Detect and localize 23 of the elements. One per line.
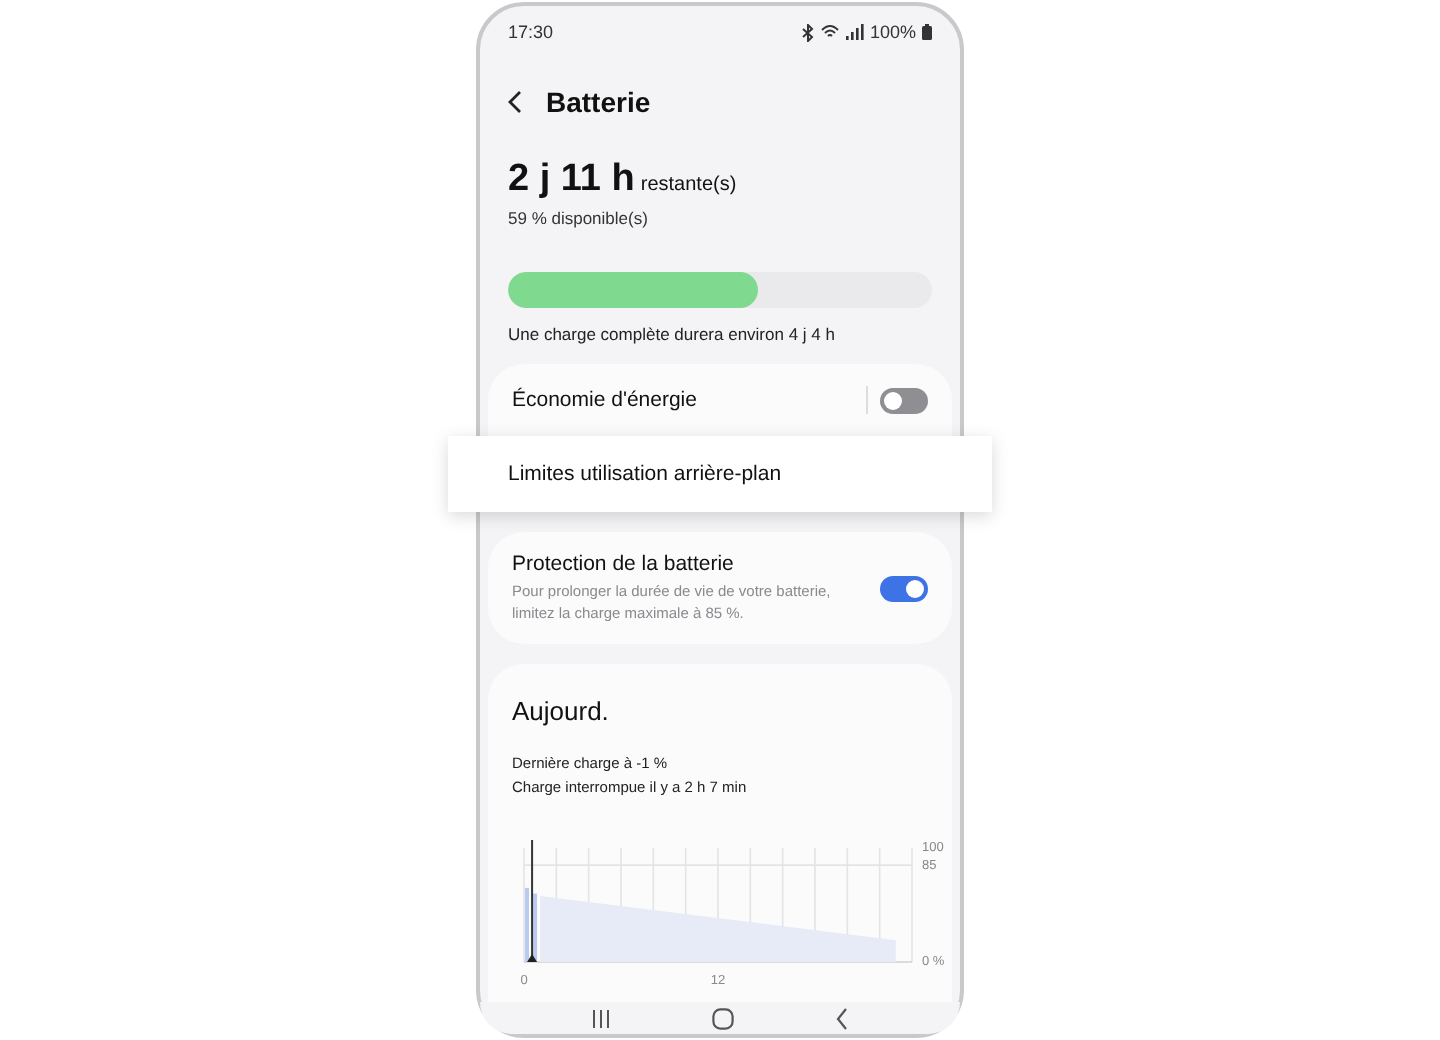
battery-percent: 100% bbox=[869, 22, 916, 42]
back-icon[interactable] bbox=[508, 90, 522, 114]
home-icon[interactable] bbox=[711, 1007, 734, 1029]
protection-label: Protection de la batterie bbox=[512, 552, 736, 576]
back-icon[interactable] bbox=[836, 1007, 849, 1029]
toggle-switch[interactable] bbox=[880, 387, 928, 413]
recents-icon[interactable] bbox=[591, 1009, 610, 1027]
available-text: 59 % disponible(s) bbox=[508, 208, 650, 228]
battery-icon bbox=[922, 24, 932, 40]
setting-row[interactable]: Économie d'énergie bbox=[488, 364, 952, 436]
signal-icon bbox=[845, 24, 864, 40]
toggle-switch[interactable] bbox=[880, 575, 928, 601]
full-charge-text: Une charge complète durera environ 4 j 4 h bbox=[508, 324, 837, 344]
setting-row[interactable]: Limites utilisation arrière-plan bbox=[448, 436, 992, 512]
usage-bar bbox=[533, 893, 538, 962]
remaining-time: 2 j 11 h bbox=[508, 158, 635, 202]
remaining-label: restante(s) bbox=[640, 174, 737, 196]
now-marker bbox=[527, 839, 538, 962]
page-title: Batterie bbox=[546, 86, 651, 118]
clock: 17:30 bbox=[508, 22, 554, 42]
wifi-icon bbox=[819, 24, 840, 40]
today-title: Aujourd. bbox=[512, 696, 611, 726]
bluetooth-icon bbox=[801, 23, 814, 41]
